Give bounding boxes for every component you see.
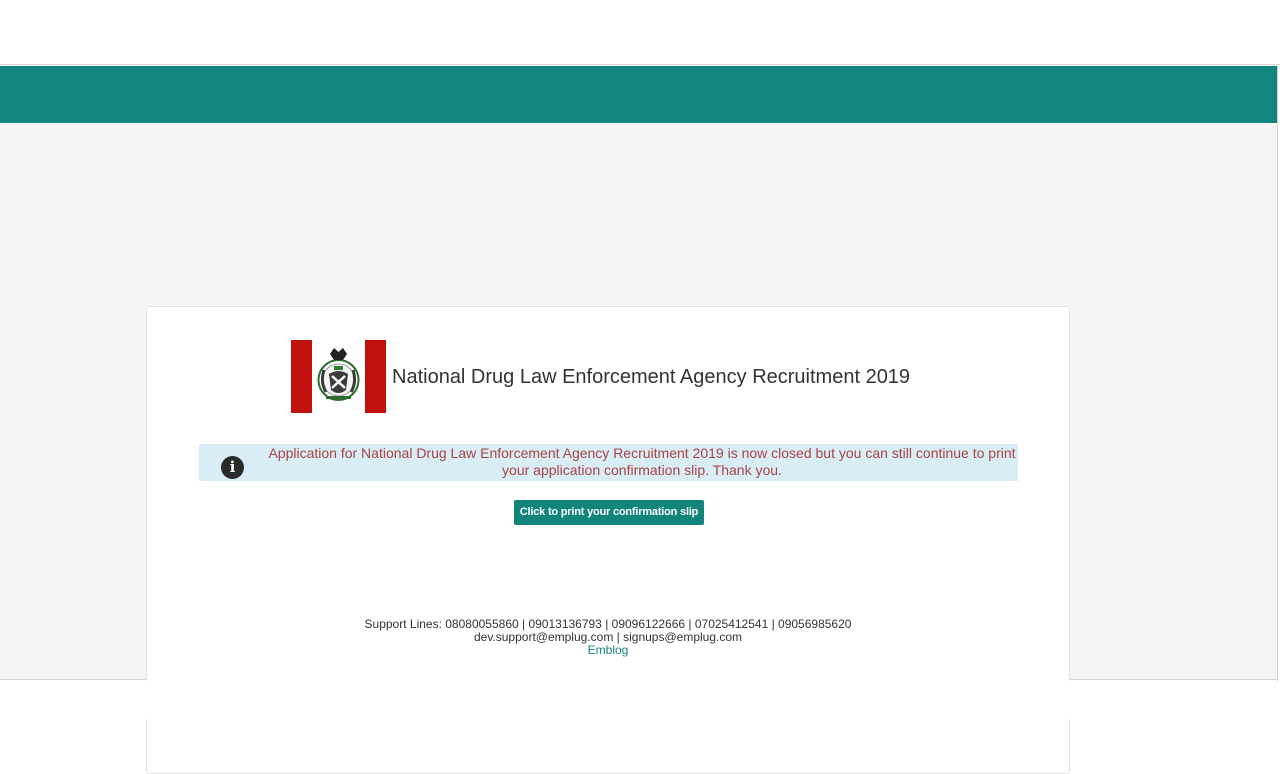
- logo-red-bar-left: [291, 340, 312, 413]
- info-icon: i: [221, 456, 244, 479]
- browser-top-area: [0, 0, 1280, 65]
- header-band: [0, 66, 1278, 123]
- page-title: National Drug Law Enforcement Agency Rec…: [392, 366, 911, 388]
- ndlea-logo: [291, 340, 386, 413]
- print-confirmation-slip-button[interactable]: Click to print your confirmation slip: [514, 500, 704, 525]
- page-background: National Drug Law Enforcement Agency Rec…: [0, 123, 1278, 774]
- coat-of-arms-icon: [312, 340, 365, 413]
- closed-notice-alert: i Application for National Drug Law Enfo…: [199, 444, 1018, 481]
- support-footer: Support Lines: 08080055860 | 09013136793…: [147, 618, 1069, 657]
- bottom-area: [0, 681, 1280, 719]
- emblog-link[interactable]: Emblog: [588, 643, 629, 657]
- logo-red-bar-right: [365, 340, 386, 413]
- alert-message: Application for National Drug Law Enforc…: [268, 445, 1016, 478]
- right-edge-rule: [1277, 66, 1278, 681]
